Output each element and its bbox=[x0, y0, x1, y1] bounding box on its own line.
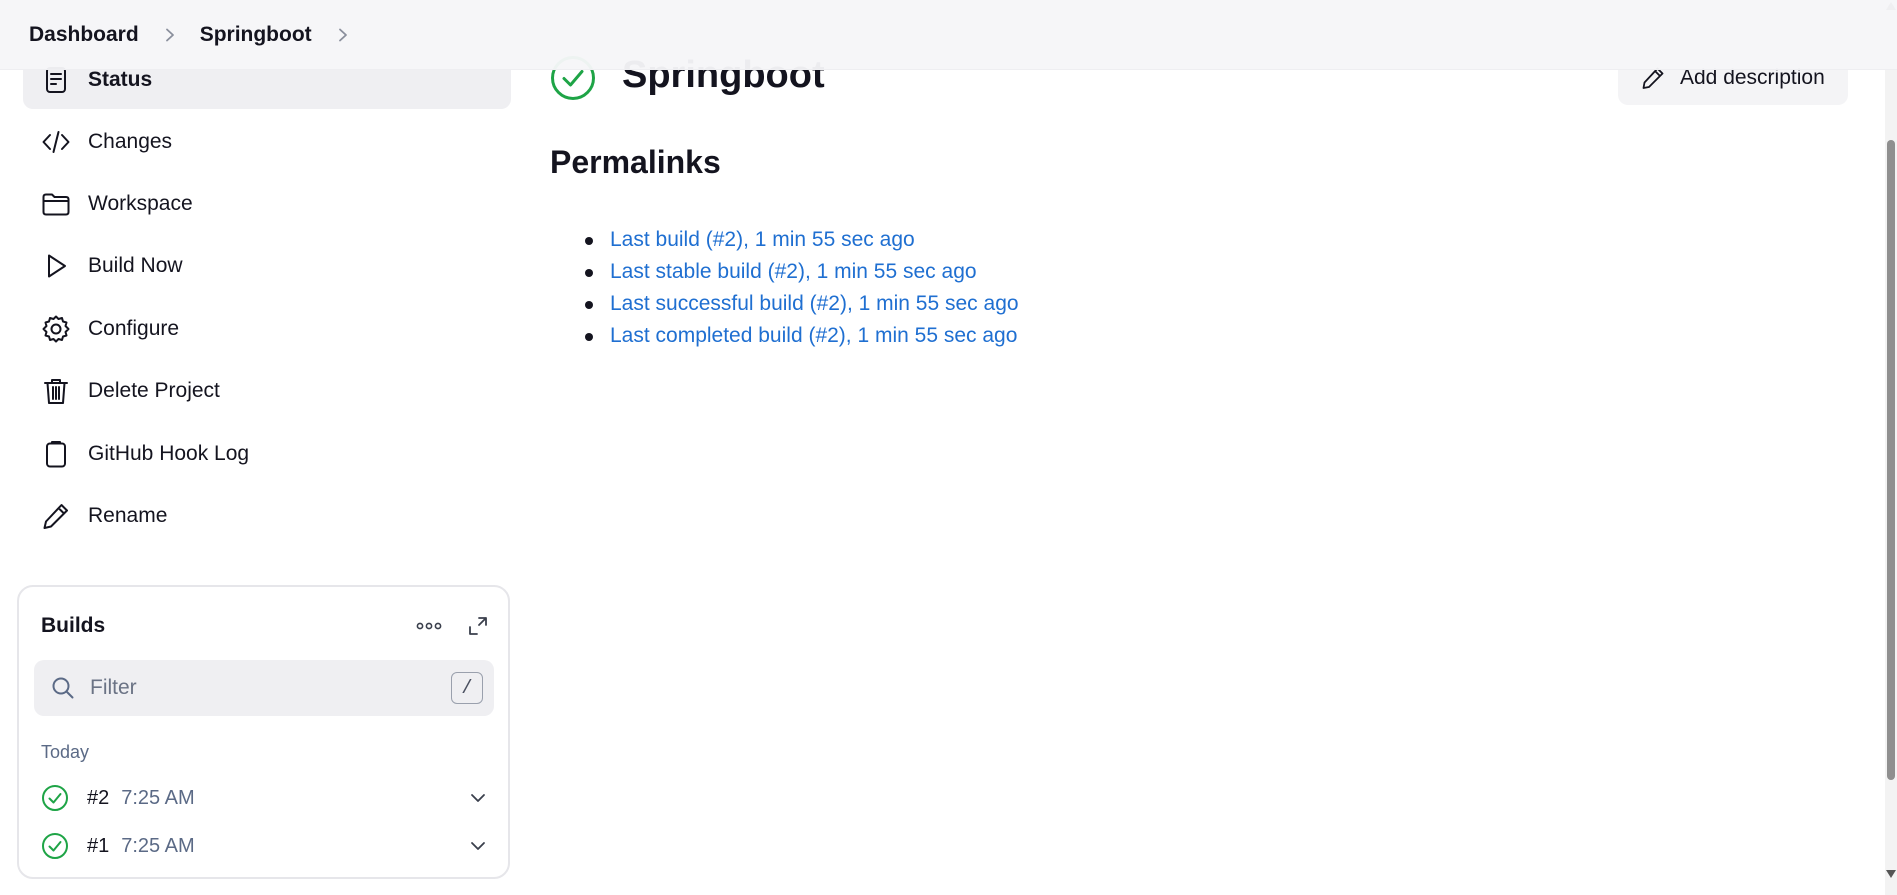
sidebar-item-label: Delete Project bbox=[88, 379, 220, 402]
gear-icon bbox=[40, 313, 72, 345]
page: Dashboard Springboot Status Changes Work bbox=[0, 0, 1897, 895]
chevron-right-icon bbox=[163, 28, 177, 42]
folder-icon bbox=[40, 188, 72, 220]
permalinks-list: Last build (#2), 1 min 55 sec ago Last s… bbox=[585, 224, 1019, 352]
sidebar-item-label: Status bbox=[88, 68, 153, 91]
build-time: 7:25 AM bbox=[121, 786, 195, 809]
sidebar-item-label: Rename bbox=[88, 504, 168, 527]
scrollbar-thumb[interactable] bbox=[1887, 140, 1895, 780]
build-number[interactable]: #1 bbox=[87, 835, 109, 858]
chevron-right-icon[interactable] bbox=[336, 28, 350, 42]
list-item: Last build (#2), 1 min 55 sec ago bbox=[585, 224, 1019, 256]
builds-title: Builds bbox=[41, 614, 106, 637]
list-item: Last completed build (#2), 1 min 55 sec … bbox=[585, 320, 1019, 352]
sidebar-item-build-now[interactable]: Build Now bbox=[23, 237, 511, 295]
build-number[interactable]: #2 bbox=[87, 787, 109, 810]
chevron-down-icon[interactable] bbox=[468, 836, 488, 856]
sidebar-item-label: Changes bbox=[88, 130, 173, 153]
list-item: Last stable build (#2), 1 min 55 sec ago bbox=[585, 256, 1019, 288]
more-options-icon[interactable] bbox=[412, 611, 446, 641]
builds-panel: Builds / Today #2 7:25 AM bbox=[17, 585, 510, 879]
breadcrumb-springboot[interactable]: Springboot bbox=[200, 23, 312, 47]
sidebar-item-github-hook-log[interactable]: GitHub Hook Log bbox=[23, 425, 511, 483]
filter-input[interactable] bbox=[90, 676, 430, 700]
build-group-label: Today bbox=[41, 742, 90, 762]
breadcrumb-dashboard[interactable]: Dashboard bbox=[29, 23, 139, 47]
permalink-last-completed-build[interactable]: Last completed build (#2), 1 min 55 sec … bbox=[610, 324, 1017, 348]
play-icon bbox=[40, 250, 72, 282]
sidebar-item-workspace[interactable]: Workspace bbox=[23, 175, 511, 233]
permalink-last-stable-build[interactable]: Last stable build (#2), 1 min 55 sec ago bbox=[610, 260, 977, 284]
sidebar-item-label: Configure bbox=[88, 317, 180, 340]
permalink-last-successful-build[interactable]: Last successful build (#2), 1 min 55 sec… bbox=[610, 292, 1019, 316]
breadcrumb: Dashboard Springboot bbox=[0, 0, 1897, 70]
sidebar-item-changes[interactable]: Changes bbox=[23, 113, 511, 171]
scroll-down-arrow-icon[interactable] bbox=[1886, 870, 1896, 878]
search-icon bbox=[50, 675, 76, 701]
build-time: 7:25 AM bbox=[121, 834, 195, 857]
trash-icon bbox=[40, 375, 72, 407]
success-check-icon bbox=[41, 832, 69, 860]
chevron-down-icon[interactable] bbox=[468, 788, 488, 808]
permalinks-heading: Permalinks bbox=[550, 144, 721, 180]
sidebar-item-configure[interactable]: Configure bbox=[23, 300, 511, 358]
list-item: Last successful build (#2), 1 min 55 sec… bbox=[585, 288, 1019, 320]
sidebar-item-label: Build Now bbox=[88, 254, 183, 277]
code-icon bbox=[40, 126, 72, 158]
build-row[interactable]: #1 7:25 AM bbox=[41, 826, 496, 866]
page-scrollbar[interactable] bbox=[1885, 0, 1897, 895]
sidebar-item-label: GitHub Hook Log bbox=[88, 442, 250, 465]
keyboard-shortcut-badge: / bbox=[451, 672, 483, 704]
pencil-icon bbox=[40, 500, 72, 532]
sidebar-item-rename[interactable]: Rename bbox=[23, 487, 511, 545]
expand-icon[interactable] bbox=[463, 611, 493, 641]
clipboard-icon bbox=[40, 438, 72, 470]
build-row[interactable]: #2 7:25 AM bbox=[41, 778, 496, 818]
permalink-last-build[interactable]: Last build (#2), 1 min 55 sec ago bbox=[610, 228, 915, 252]
builds-filter[interactable]: / bbox=[34, 660, 494, 716]
sidebar-item-label: Workspace bbox=[88, 192, 193, 215]
sidebar-item-delete-project[interactable]: Delete Project bbox=[23, 362, 511, 420]
success-check-icon bbox=[41, 784, 69, 812]
